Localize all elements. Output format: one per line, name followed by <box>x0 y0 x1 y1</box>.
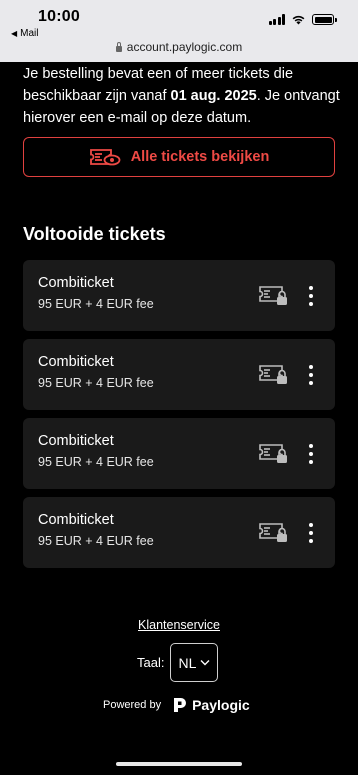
ios-status-bar: 10:00 ◀ Mail account.paylogic.com <box>0 0 358 62</box>
lock-icon <box>115 41 122 52</box>
ticket-price: 95 EUR + 4 EUR fee <box>38 297 154 311</box>
ticket-card[interactable]: Combiticket 95 EUR + 4 EUR fee <box>23 260 335 331</box>
address-bar[interactable]: account.paylogic.com <box>0 40 358 54</box>
language-select[interactable]: NL <box>170 643 219 682</box>
ticket-lock-icon <box>259 444 287 463</box>
wifi-icon <box>292 15 305 25</box>
customer-service-link[interactable]: Klantenservice <box>0 618 358 632</box>
home-indicator[interactable] <box>116 762 242 766</box>
availability-notice: Je bestelling bevat een of meer tickets … <box>23 63 341 129</box>
ticket-more-options-button[interactable] <box>305 520 317 546</box>
ticket-more-options-button[interactable] <box>305 283 317 309</box>
paylogic-logo-icon <box>174 698 187 712</box>
ticket-price: 95 EUR + 4 EUR fee <box>38 455 154 469</box>
view-all-tickets-button[interactable]: Alle tickets bekijken <box>23 137 335 177</box>
language-value: NL <box>178 654 197 671</box>
powered-by-label: Powered by <box>103 699 162 711</box>
ticket-more-options-button[interactable] <box>305 362 317 388</box>
ticket-lock-icon <box>259 365 287 384</box>
language-selector-row: Taal: NL <box>137 643 219 682</box>
ticket-eye-icon <box>89 149 121 166</box>
status-time: 10:00 <box>38 8 80 25</box>
ticket-name: Combiticket <box>38 354 114 370</box>
cellular-signal-icon <box>268 14 285 25</box>
availability-date: 01 aug. 2025 <box>170 88 257 104</box>
back-arrow-icon: ◀ <box>11 29 18 38</box>
status-icons <box>268 14 337 25</box>
ticket-more-options-button[interactable] <box>305 441 317 467</box>
chevron-down-icon <box>200 660 210 666</box>
ticket-card[interactable]: Combiticket 95 EUR + 4 EUR fee <box>23 497 335 568</box>
brand-name: Paylogic <box>192 697 250 713</box>
url-text: account.paylogic.com <box>126 40 243 54</box>
ticket-card[interactable]: Combiticket 95 EUR + 4 EUR fee <box>23 339 335 410</box>
ticket-name: Combiticket <box>38 433 114 449</box>
language-label: Taal: <box>137 655 165 670</box>
back-app-label: Mail <box>20 28 39 39</box>
paylogic-logo: Paylogic <box>173 697 250 713</box>
ticket-name: Combiticket <box>38 512 114 528</box>
ticket-lock-icon <box>259 523 287 542</box>
ticket-price: 95 EUR + 4 EUR fee <box>38 534 154 548</box>
completed-tickets-heading: Voltooide tickets <box>23 224 166 244</box>
view-all-tickets-label: Alle tickets bekijken <box>130 149 270 165</box>
back-to-mail-button[interactable]: ◀ Mail <box>11 28 39 39</box>
ticket-name: Combiticket <box>38 275 114 291</box>
ticket-card[interactable]: Combiticket 95 EUR + 4 EUR fee <box>23 418 335 489</box>
powered-by: Powered by Paylogic <box>103 697 250 713</box>
ticket-lock-icon <box>259 286 287 305</box>
battery-icon <box>312 14 337 25</box>
ticket-price: 95 EUR + 4 EUR fee <box>38 376 154 390</box>
